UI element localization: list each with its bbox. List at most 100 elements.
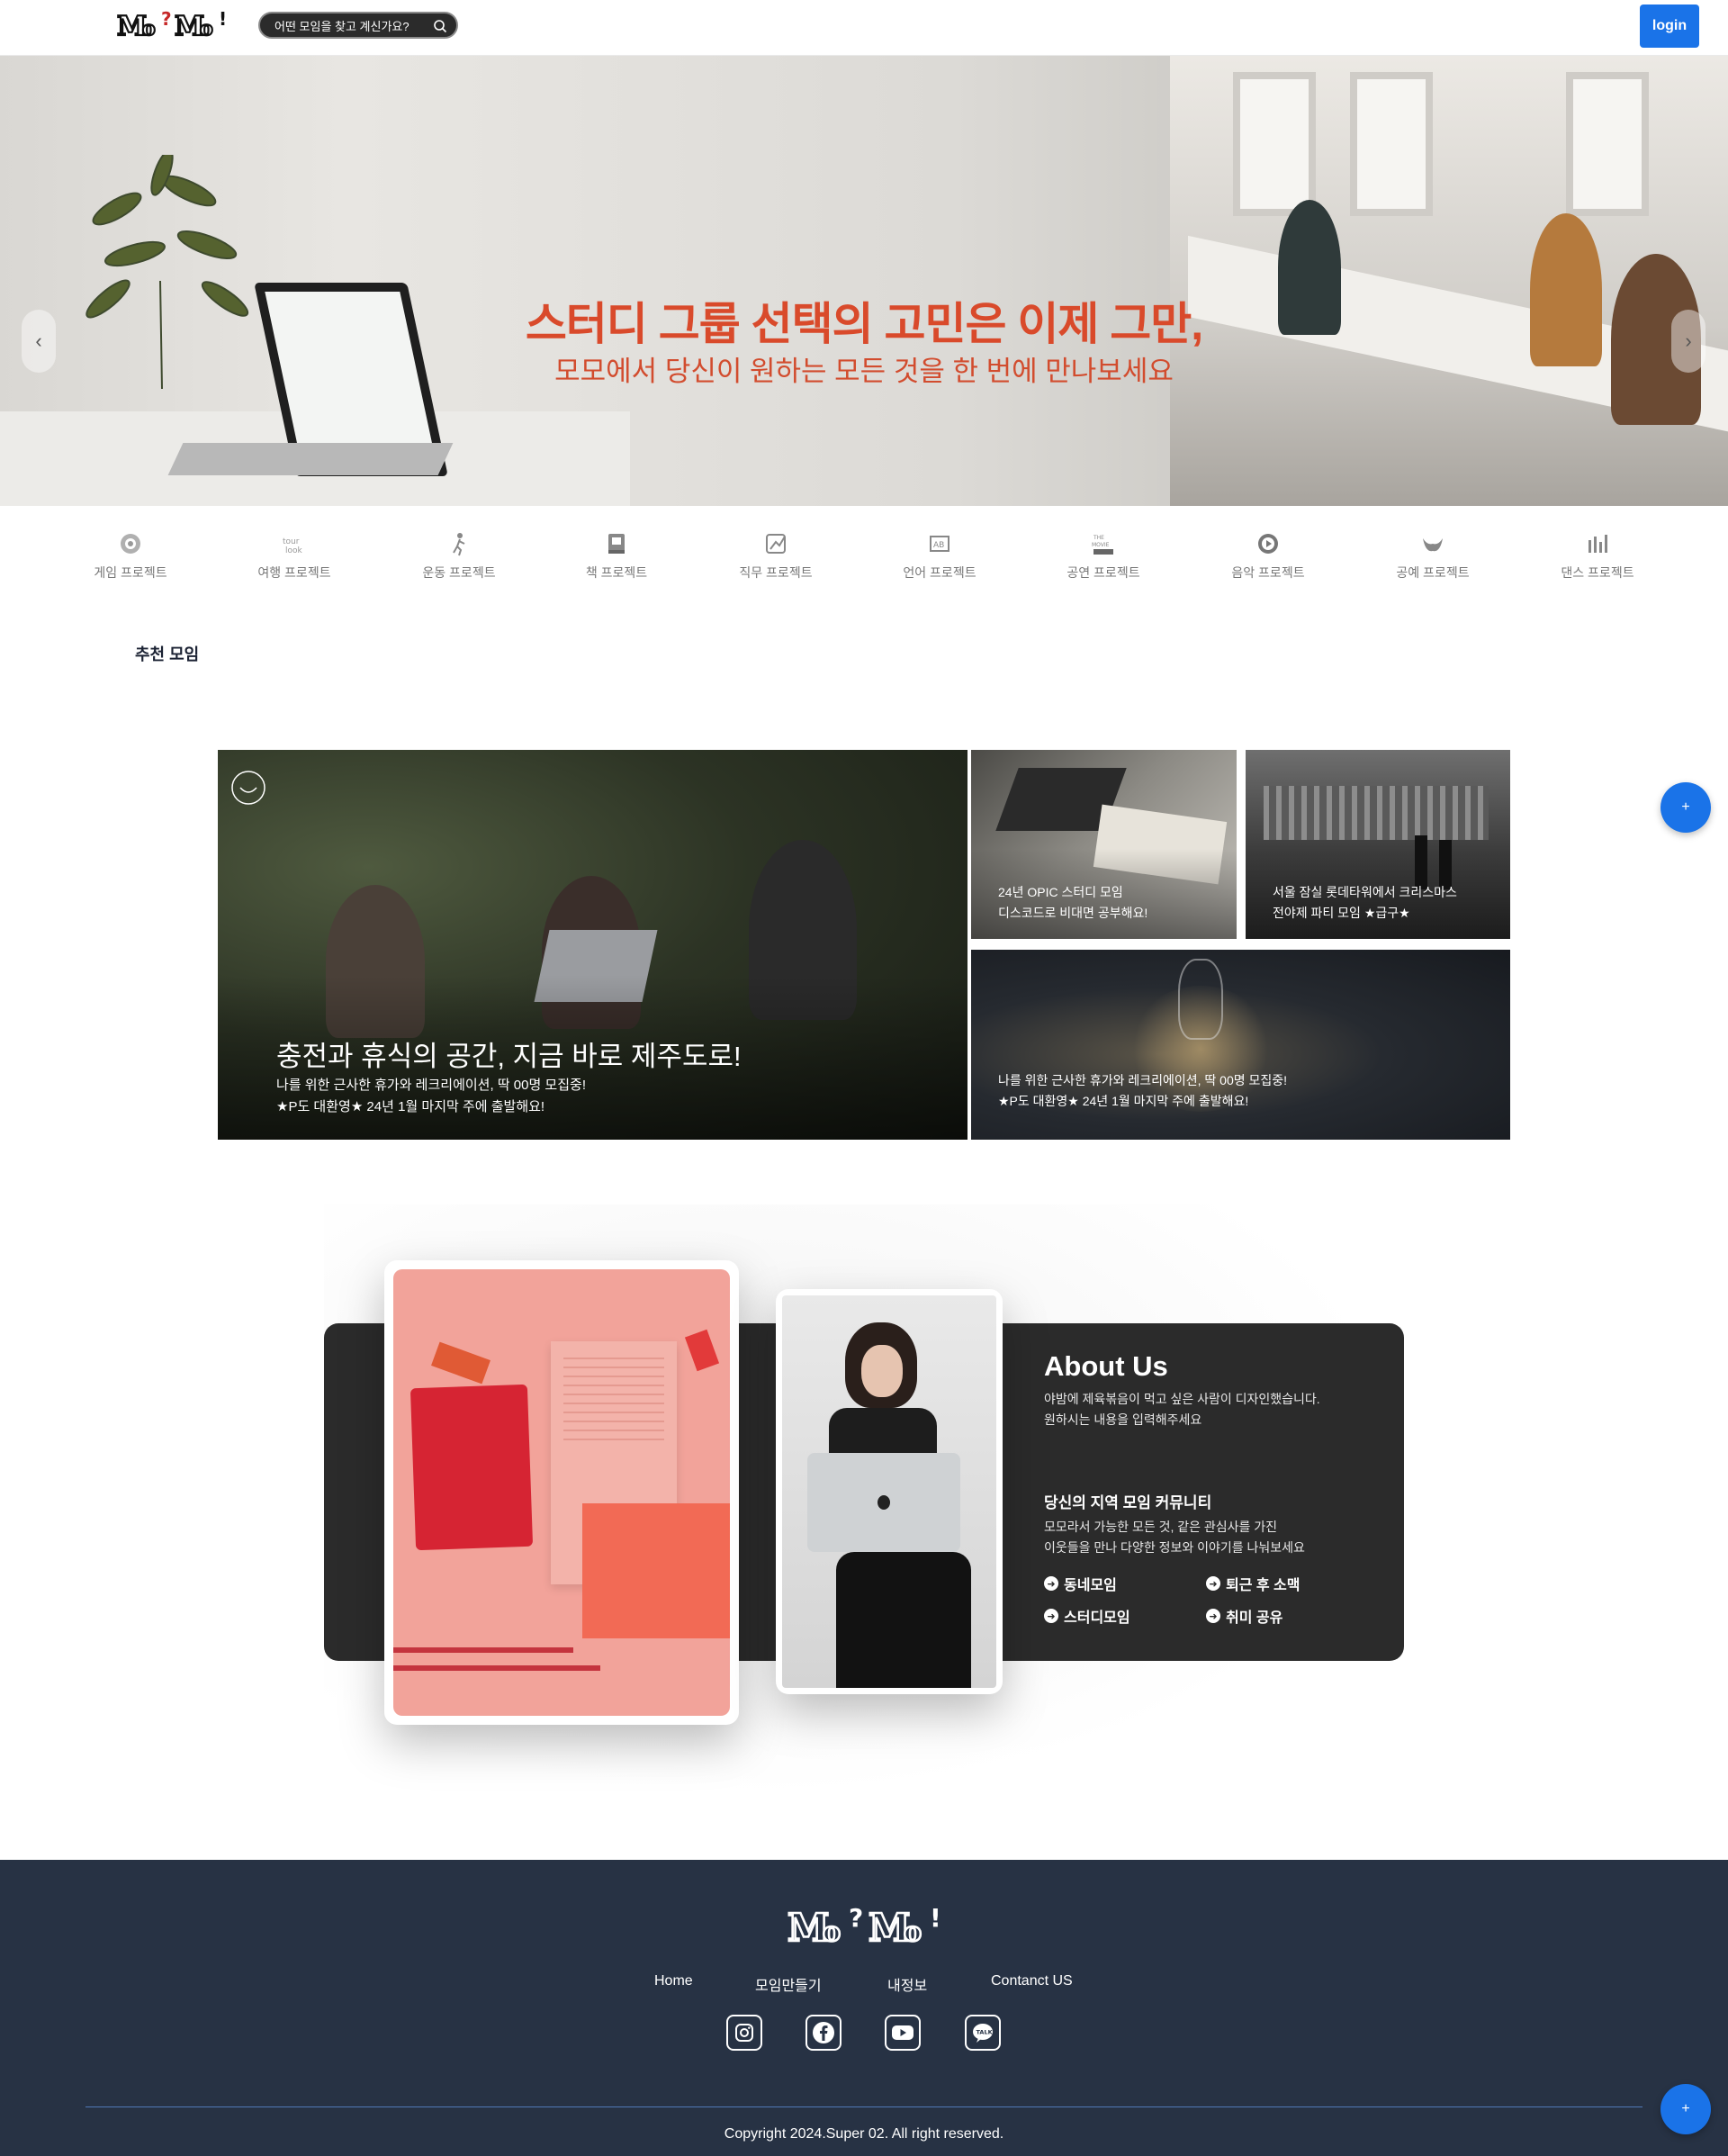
plant-illustration <box>86 155 249 389</box>
facebook-icon <box>813 2022 834 2043</box>
kakaotalk-button[interactable]: TALK <box>965 2015 1001 2051</box>
dance-icon <box>1588 535 1607 553</box>
carousel-next-button[interactable]: › <box>1671 310 1706 373</box>
category-game[interactable]: 게임 프로젝트 <box>68 531 194 582</box>
instagram-icon <box>735 2024 753 2042</box>
recommended-card-lotte[interactable]: 서울 잠실 롯데타워에서 크리스마스 전야제 파티 모임 ★급구★ <box>1246 750 1510 939</box>
about-desc: 야밤에 제육볶음이 먹고 싶은 사람이 디자인했습니다. <box>1044 1392 1320 1406</box>
site-header: M o M o ? ! 어떤 모임을 찾고 계신가요? login <box>0 0 1728 56</box>
category-label: 여행 프로젝트 <box>257 565 331 580</box>
footer-nav-create[interactable]: 모임만들기 <box>755 1973 822 1995</box>
exercise-icon <box>453 533 465 556</box>
language-icon: AB <box>930 536 950 552</box>
svg-text:o: o <box>200 17 213 41</box>
youtube-icon <box>892 2025 914 2040</box>
add-button[interactable]: + <box>1660 782 1711 833</box>
about-link-hobby[interactable]: ➜ 취미 공유 <box>1206 1605 1282 1627</box>
hero-window <box>1233 72 1316 216</box>
svg-text:TALK: TALK <box>976 2029 994 2036</box>
game-icon <box>121 534 140 554</box>
hero-title: 스터디 그룹 선택의 고민은 이제 그만, <box>525 299 1203 349</box>
card-desc: 나를 위한 근사한 휴가와 레크리에이션, 딱 00명 모집중! <box>276 1078 586 1093</box>
card-photo-lightbulb <box>1178 959 1223 1040</box>
instagram-button[interactable] <box>726 2015 762 2051</box>
about-photo-calendar-bg <box>393 1269 730 1716</box>
category-book[interactable]: 책 프로젝트 <box>554 531 680 582</box>
search-placeholder: 어떤 모임을 찾고 계신가요? <box>274 19 410 33</box>
photo-face <box>861 1345 903 1397</box>
recommended-card-bulb[interactable]: 나를 위한 근사한 휴가와 레크리에이션, 딱 00명 모집중! ★P도 대환영… <box>971 950 1510 1140</box>
about-link-neighborhood[interactable]: ➜ 동네모임 <box>1044 1573 1117 1594</box>
category-label: 책 프로젝트 <box>585 565 648 580</box>
login-button[interactable]: login <box>1640 5 1699 48</box>
carousel-prev-button[interactable]: ‹ <box>22 310 56 373</box>
hero-person <box>1530 213 1602 366</box>
category-language[interactable]: AB 언어 프로젝트 <box>877 531 1003 582</box>
card-desc: 나를 위한 근사한 휴가와 레크리에이션, 딱 00명 모집중! <box>998 1073 1288 1087</box>
about-title: About Us <box>1044 1350 1168 1382</box>
photo-pen <box>393 1665 600 1671</box>
recommended-card-opic[interactable]: 24년 OPIC 스터디 모임 디스코드로 비대면 공부해요! <box>971 750 1237 939</box>
hero-carousel: 스터디 그룹 선택의 고민은 이제 그만, 모모에서 당신이 원하는 모든 것을… <box>0 56 1728 506</box>
search-input[interactable]: 어떤 모임을 찾고 계신가요? <box>258 12 458 39</box>
svg-text:?: ? <box>849 1903 863 1933</box>
category-exercise[interactable]: 운동 프로젝트 <box>396 531 522 582</box>
hero-laptop-base <box>167 443 454 475</box>
about-link-study[interactable]: ➜ 스터디모임 <box>1044 1605 1130 1627</box>
book-icon <box>608 534 625 554</box>
arrow-right-icon: ➜ <box>1044 1609 1058 1623</box>
photo-pants <box>836 1552 971 1688</box>
category-travel[interactable]: tour look 여행 프로젝트 <box>231 531 357 582</box>
photo-calendar-grid <box>563 1358 664 1448</box>
momo-logo[interactable]: M o M o ? ! <box>115 7 229 41</box>
svg-text:!: ! <box>219 8 227 30</box>
scroll-top-button[interactable]: + <box>1660 2084 1711 2134</box>
job-icon <box>766 534 786 554</box>
photo-clip <box>684 1329 720 1372</box>
about-link-label: 취미 공유 <box>1226 1610 1283 1626</box>
category-music[interactable]: 음악 프로젝트 <box>1205 531 1331 582</box>
site-footer: M o M o ? ! Home 모임만들기 내정보 Contanct US T… <box>0 1860 1728 2156</box>
smile-icon[interactable] <box>230 770 266 806</box>
photo-pen <box>393 1647 573 1653</box>
category-craft[interactable]: 공예 프로젝트 <box>1370 531 1496 582</box>
copyright-text: Copyright 2024.Super 02. All right reser… <box>724 2126 1004 2142</box>
hero-subtitle: 모모에서 당신이 원하는 모든 것을 한 번에 만나보세요 <box>554 356 1174 387</box>
category-dance[interactable]: 댄스 프로젝트 <box>1534 531 1660 582</box>
svg-text:!: ! <box>930 1903 941 1933</box>
card-desc: ★P도 대환영★ 24년 1월 마지막 주에 출발해요! <box>276 1099 545 1114</box>
card-photo-skyline <box>1264 786 1489 840</box>
svg-text:MOVIE: MOVIE <box>1092 542 1110 548</box>
photo-clip <box>431 1341 490 1385</box>
footer-nav-home[interactable]: Home <box>654 1973 693 1989</box>
footer-nav-contact[interactable]: Contanct US <box>991 1973 1073 1989</box>
svg-text:?: ? <box>161 8 172 30</box>
recommended-card-jeju[interactable]: 충전과 휴식의 공간, 지금 바로 제주도로! 나를 위한 근사한 휴가와 레크… <box>218 750 968 1140</box>
apple-logo-icon <box>878 1495 890 1510</box>
search-icon[interactable] <box>433 19 447 33</box>
svg-text:o: o <box>142 17 156 41</box>
facebook-button[interactable] <box>806 2015 842 2051</box>
footer-nav-myinfo[interactable]: 내정보 <box>887 1973 927 1995</box>
about-link-label: 동네모임 <box>1064 1578 1117 1593</box>
recommended-section-title: 추천 모임 <box>135 645 200 663</box>
travel-icon: tourlook <box>283 537 303 555</box>
about-desc: 원하시는 내용을 입력해주세요 <box>1044 1412 1202 1427</box>
card-desc: 전야제 파티 모임 ★급구★ <box>1273 906 1410 920</box>
card-desc: ★P도 대환영★ 24년 1월 마지막 주에 출발해요! <box>998 1094 1249 1108</box>
about-heading: 당신의 지역 모임 커뮤니티 <box>1044 1494 1212 1511</box>
svg-text:AB: AB <box>933 541 944 550</box>
card-photo-person <box>1415 835 1427 889</box>
arrow-right-icon: ➜ <box>1206 1609 1220 1623</box>
chevron-left-icon: ‹ <box>35 329 42 352</box>
kakaotalk-icon: TALK <box>973 2024 994 2043</box>
youtube-button[interactable] <box>885 2015 921 2051</box>
about-link-after-work[interactable]: ➜ 퇴근 후 소맥 <box>1206 1573 1300 1594</box>
category-job[interactable]: 직무 프로젝트 <box>713 531 839 582</box>
svg-text:o: o <box>823 1917 841 1948</box>
hero-window <box>1566 72 1649 216</box>
footer-logo[interactable]: M o M o ? ! <box>786 1901 942 1948</box>
category-label: 언어 프로젝트 <box>903 565 976 580</box>
category-performance[interactable]: THE MOVIE 공연 프로젝트 <box>1040 531 1166 582</box>
card-photo-person <box>1439 840 1452 889</box>
